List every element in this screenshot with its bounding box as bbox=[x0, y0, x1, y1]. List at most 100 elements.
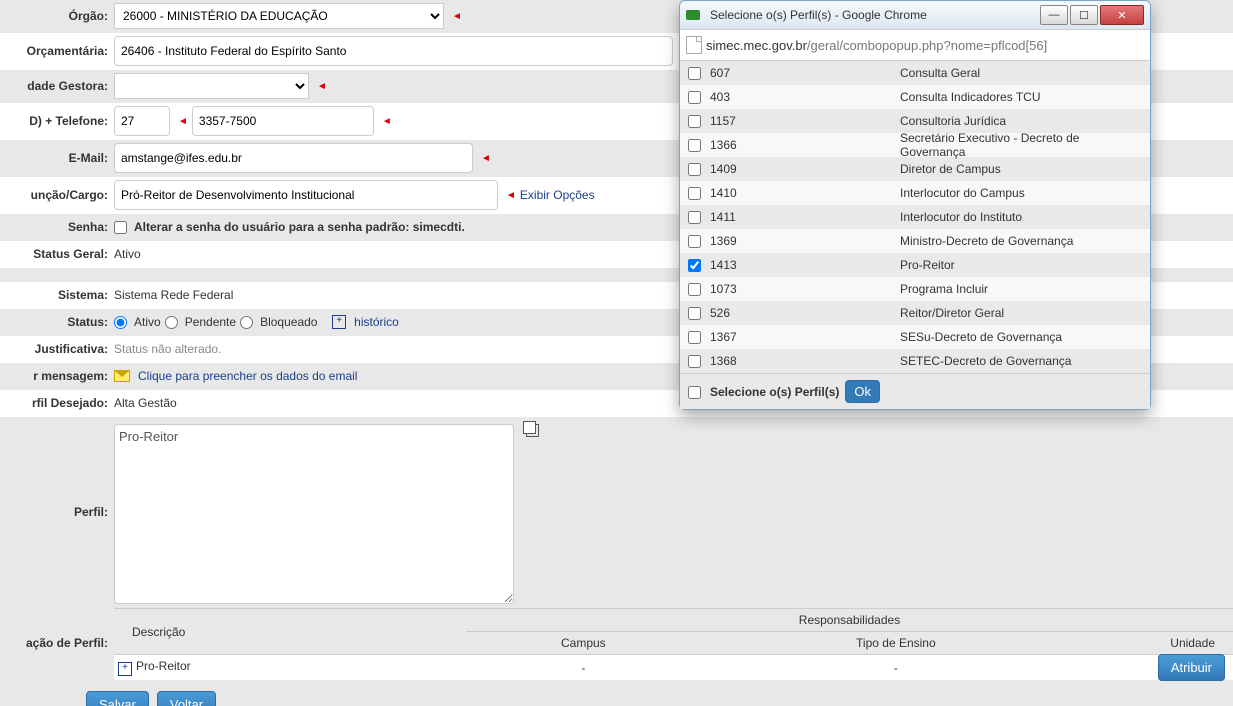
statusgeral-value: Ativo bbox=[114, 247, 141, 261]
th-campus: Campus bbox=[466, 632, 701, 655]
row-checkbox[interactable] bbox=[688, 307, 701, 320]
tel-input[interactable] bbox=[192, 106, 374, 136]
required-icon: ◄ bbox=[506, 190, 516, 201]
list-item[interactable]: 1411Interlocutor do Instituto bbox=[680, 205, 1150, 229]
plus-icon[interactable]: + bbox=[332, 315, 346, 329]
page-icon bbox=[686, 36, 702, 54]
label-perfilassoc: ação de Perfil: bbox=[0, 608, 114, 650]
orcamentaria-input[interactable] bbox=[114, 36, 673, 66]
label-perfil: Perfil: bbox=[0, 505, 114, 519]
row-code: 607 bbox=[710, 66, 900, 80]
label-msg: r mensagem: bbox=[0, 369, 114, 383]
row-desc: Consulta Geral bbox=[900, 66, 1142, 80]
label-orgao: Órgão: bbox=[0, 9, 114, 23]
senha-text: Alterar a senha do usuário para a senha … bbox=[134, 220, 465, 234]
row-desc: Secretário Executivo - Decreto de Govern… bbox=[900, 131, 1142, 159]
label-email: E-Mail: bbox=[0, 151, 114, 165]
label-orcamentaria: Orçamentária: bbox=[0, 44, 114, 58]
list-item[interactable]: 1413Pro-Reitor bbox=[680, 253, 1150, 277]
senha-checkbox[interactable] bbox=[114, 221, 127, 234]
row-code: 1369 bbox=[710, 234, 900, 248]
list-item[interactable]: 1409Diretor de Campus bbox=[680, 157, 1150, 181]
perfil-list[interactable]: 607Consulta Geral403Consulta Indicadores… bbox=[680, 61, 1150, 374]
row-code: 1073 bbox=[710, 282, 900, 296]
list-item[interactable]: 1369Ministro-Decreto de Governança bbox=[680, 229, 1150, 253]
ddd-input[interactable] bbox=[114, 106, 170, 136]
maximize-button[interactable]: ☐ bbox=[1070, 5, 1098, 25]
row-code: 1409 bbox=[710, 162, 900, 176]
row-desc: Programa Incluir bbox=[900, 282, 1142, 296]
voltar-button[interactable]: Voltar bbox=[157, 691, 216, 706]
salvar-button[interactable]: Salvar bbox=[86, 691, 149, 706]
funcao-input[interactable] bbox=[114, 180, 498, 210]
popup-window: Selecione o(s) Perfil(s) - Google Chrome… bbox=[679, 0, 1151, 410]
required-icon: ◄ bbox=[317, 81, 327, 92]
list-item[interactable]: 403Consulta Indicadores TCU bbox=[680, 85, 1150, 109]
row-code: 1410 bbox=[710, 186, 900, 200]
gestora-select[interactable] bbox=[114, 73, 309, 99]
close-button[interactable]: ✕ bbox=[1100, 5, 1144, 25]
row-code: 1366 bbox=[710, 138, 900, 152]
row-checkbox[interactable] bbox=[688, 187, 701, 200]
row-code: 1367 bbox=[710, 330, 900, 344]
list-item[interactable]: 1366Secretário Executivo - Decreto de Go… bbox=[680, 133, 1150, 157]
row-checkbox[interactable] bbox=[688, 259, 701, 272]
th-unidade: Unidade bbox=[1091, 632, 1233, 655]
mail-icon bbox=[114, 370, 130, 382]
list-item[interactable]: 607Consulta Geral bbox=[680, 61, 1150, 85]
perfil-textarea[interactable]: Pro-Reitor bbox=[114, 424, 514, 604]
historico-link[interactable]: histórico bbox=[354, 315, 399, 329]
atribuir-button[interactable]: Atribuir bbox=[1158, 654, 1225, 681]
row-checkbox[interactable] bbox=[688, 283, 701, 296]
row-desc: SETEC-Decreto de Governança bbox=[900, 354, 1142, 368]
desejado-value: Alta Gestão bbox=[114, 396, 177, 410]
list-item[interactable]: 1410Interlocutor do Campus bbox=[680, 181, 1150, 205]
required-icon: ◄ bbox=[452, 11, 462, 22]
row-desc: Pro-Reitor bbox=[900, 258, 1142, 272]
row-checkbox[interactable] bbox=[688, 235, 701, 248]
list-item[interactable]: 1157Consultoria Jurídica bbox=[680, 109, 1150, 133]
popup-open-icon[interactable] bbox=[526, 424, 539, 437]
label-desejado: rfil Desejado: bbox=[0, 396, 114, 410]
required-icon: ◄ bbox=[382, 116, 392, 127]
row-checkbox[interactable] bbox=[688, 139, 701, 152]
row-checkbox[interactable] bbox=[688, 67, 701, 80]
required-icon: ◄ bbox=[481, 153, 491, 164]
radio-ativo[interactable] bbox=[114, 316, 127, 329]
select-all-checkbox[interactable] bbox=[688, 386, 701, 399]
row-code: 403 bbox=[710, 90, 900, 104]
row-checkbox[interactable] bbox=[688, 211, 701, 224]
msg-link[interactable]: Clique para preencher os dados do email bbox=[138, 369, 357, 383]
orgao-select[interactable]: 26000 - MINISTÉRIO DA EDUCAÇÃO bbox=[114, 3, 444, 29]
row-checkbox[interactable] bbox=[688, 91, 701, 104]
row-desc: SESu-Decreto de Governança bbox=[900, 330, 1142, 344]
list-item[interactable]: 1073Programa Incluir bbox=[680, 277, 1150, 301]
row-checkbox[interactable] bbox=[688, 115, 701, 128]
list-item[interactable]: 1368SETEC-Decreto de Governança bbox=[680, 349, 1150, 373]
list-item[interactable]: 526Reitor/Diretor Geral bbox=[680, 301, 1150, 325]
row-desc: Interlocutor do Campus bbox=[900, 186, 1142, 200]
chrome-favicon bbox=[686, 10, 700, 20]
justificativa-value: Status não alterado. bbox=[114, 342, 221, 356]
radio-pendente[interactable] bbox=[165, 316, 178, 329]
th-resp: Responsabilidades bbox=[466, 609, 1233, 632]
label-gestora: dade Gestora: bbox=[0, 79, 114, 93]
radio-bloqueado[interactable] bbox=[240, 316, 253, 329]
exibir-opcoes-link[interactable]: Exibir Opções bbox=[520, 188, 595, 202]
footer-text: Selecione o(s) Perfil(s) bbox=[710, 385, 839, 399]
row-desc: Diretor de Campus bbox=[900, 162, 1142, 176]
row-desc: Consulta Indicadores TCU bbox=[900, 90, 1142, 104]
row-checkbox[interactable] bbox=[688, 331, 701, 344]
minimize-button[interactable]: — bbox=[1040, 5, 1068, 25]
email-input[interactable] bbox=[114, 143, 473, 173]
row-checkbox[interactable] bbox=[688, 163, 701, 176]
label-senha: Senha: bbox=[0, 220, 114, 234]
row-code: 526 bbox=[710, 306, 900, 320]
row-checkbox[interactable] bbox=[688, 355, 701, 368]
expand-icon[interactable]: + bbox=[118, 662, 132, 676]
url-bar[interactable]: simec.mec.gov.br/geral/combopopup.php?no… bbox=[706, 38, 1144, 53]
list-item[interactable]: 1367SESu-Decreto de Governança bbox=[680, 325, 1150, 349]
row-code: 1157 bbox=[710, 114, 900, 128]
row-desc: Consultoria Jurídica bbox=[900, 114, 1142, 128]
ok-button[interactable]: Ok bbox=[845, 380, 880, 403]
